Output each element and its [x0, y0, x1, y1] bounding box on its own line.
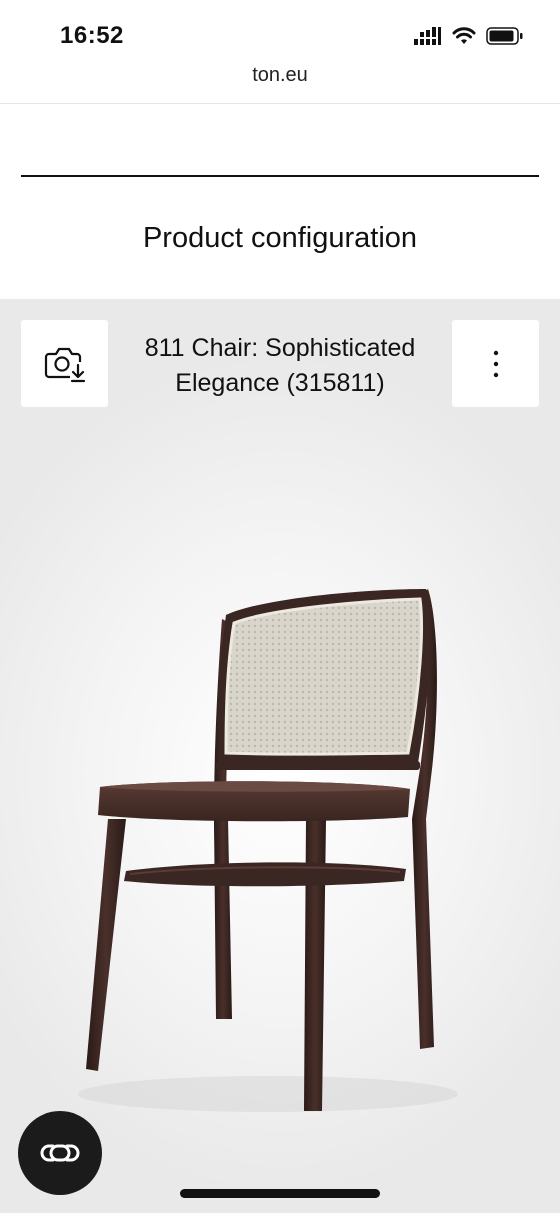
cellular-signal-icon	[414, 27, 441, 45]
more-options-button[interactable]	[452, 320, 539, 407]
camera-download-icon	[44, 347, 85, 382]
product-3d-viewer[interactable]: 811 Chair: Sophisticated Elegance (31581…	[0, 299, 560, 1213]
url-divider	[0, 103, 560, 104]
status-time: 16:52	[60, 22, 124, 49]
snapshot-download-button[interactable]	[21, 320, 108, 407]
url-bar[interactable]: ton.eu	[0, 64, 560, 87]
chair-3d-render[interactable]	[0, 299, 560, 1213]
section-divider	[21, 175, 539, 177]
home-indicator[interactable]	[180, 1189, 380, 1198]
status-bar: 16:52	[0, 0, 560, 70]
augmented-reality-icon	[40, 1144, 80, 1162]
status-icons	[414, 26, 524, 46]
vertical-ellipsis-icon	[493, 350, 498, 377]
page-title: Product configuration	[142, 222, 418, 254]
ar-view-button[interactable]	[18, 1111, 102, 1195]
product-name: 811 Chair: Sophisticated Elegance (31581…	[144, 334, 416, 397]
battery-icon	[486, 27, 523, 45]
wifi-icon	[452, 27, 476, 44]
